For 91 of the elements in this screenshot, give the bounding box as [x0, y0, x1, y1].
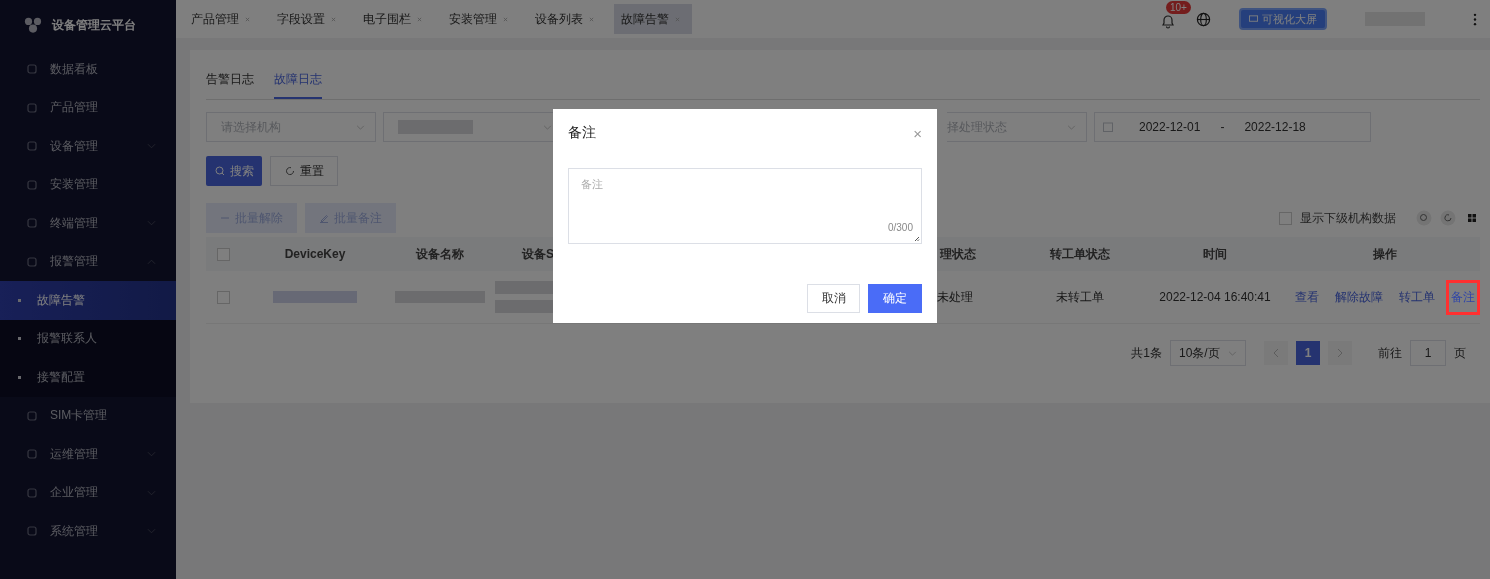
action-link[interactable]: 查看 [1290, 279, 1324, 315]
reset-button[interactable]: 重置 [270, 156, 338, 186]
chevron-icon [543, 124, 552, 130]
resize-grip-icon[interactable] [914, 236, 920, 242]
dialog-title: 备注 [568, 124, 596, 142]
menu-icon [26, 409, 38, 422]
close-icon[interactable] [245, 16, 250, 22]
chevron-left-icon [1273, 348, 1279, 358]
table-cell-text: 未转工单 [1055, 288, 1105, 306]
column-header: DeviceKey [283, 247, 347, 261]
close-icon[interactable] [503, 16, 508, 22]
sidebar-item[interactable]: 安装管理 [0, 165, 176, 204]
page-input[interactable]: 1 [1410, 340, 1446, 366]
total-count: 共1条 [1131, 344, 1162, 362]
bell-icon[interactable] [1160, 13, 1176, 29]
monitor-icon [1249, 15, 1258, 23]
globe-icon[interactable] [1196, 11, 1211, 27]
close-icon[interactable] [417, 16, 422, 22]
prev-page-button[interactable] [1264, 341, 1288, 365]
sidebar-item[interactable]: 运维管理 [0, 435, 176, 474]
sidebar-item[interactable]: 数据看板 [0, 50, 176, 89]
log-tab[interactable]: 告警日志 [206, 71, 254, 99]
action-link[interactable]: 解除故障 [1330, 279, 1388, 315]
checkbox[interactable] [216, 290, 230, 304]
page-tab[interactable]: 设备列表 [528, 4, 606, 34]
column-header: 转工单状态 [1049, 245, 1111, 263]
page-tab[interactable]: 产品管理 [184, 4, 262, 34]
menu-icon [26, 217, 38, 230]
checkbox-label: 显示下级机构数据 [1300, 209, 1396, 227]
page-tab[interactable]: 故障告警 [614, 4, 692, 34]
close-icon[interactable] [675, 16, 680, 22]
sidebar-item[interactable]: 产品管理 [0, 88, 176, 127]
table-cell-text: 2022-12-04 16:40:41 [1158, 290, 1272, 304]
note-textarea[interactable]: 备注 0/300 [568, 168, 922, 244]
app-title: 设备管理云平台 [52, 16, 136, 34]
dashboard-button[interactable]: 可视化大屏 [1239, 8, 1327, 30]
search-icon[interactable] [1416, 210, 1432, 226]
redacted-block [495, 281, 553, 294]
sidebar-subitem[interactable]: 故障告警 [0, 281, 176, 320]
refresh-icon [284, 165, 295, 176]
chevron-right-icon [1337, 348, 1343, 358]
calendar-icon [1103, 122, 1113, 132]
close-icon[interactable] [589, 16, 594, 22]
page-tab[interactable]: 电子围栏 [356, 4, 434, 34]
page-tab[interactable]: 安装管理 [442, 4, 520, 34]
column-header: 时间 [1202, 245, 1228, 263]
sidebar-subitem[interactable]: 报警联系人 [0, 319, 176, 358]
notification-badge: 10+ [1166, 1, 1191, 14]
table-cell-text: 未处理 [937, 288, 974, 306]
sidebar-item[interactable]: 终端管理 [0, 204, 176, 243]
page-button[interactable]: 1 [1296, 341, 1320, 365]
menu-icon [26, 255, 38, 268]
close-button[interactable]: × [913, 124, 922, 142]
redacted-block [495, 300, 553, 313]
confirm-button[interactable]: 确定 [868, 284, 922, 313]
log-tab[interactable]: 故障日志 [274, 71, 322, 99]
edit-icon [319, 212, 329, 223]
sidebar-item[interactable]: 报警管理 [0, 242, 176, 281]
more-icon[interactable] [1473, 12, 1477, 26]
checkbox[interactable] [216, 247, 230, 261]
column-header: 操作 [1372, 245, 1398, 263]
menu-icon [26, 178, 38, 191]
menu-icon [26, 140, 38, 153]
page-tab[interactable]: 字段设置 [270, 4, 348, 34]
menu-icon [26, 448, 38, 461]
search-button[interactable]: 搜索 [206, 156, 262, 186]
logo-icon [24, 16, 42, 34]
column-header: 理状态 [938, 245, 977, 263]
menu-icon [26, 101, 38, 114]
sidebar-item[interactable]: SIM卡管理 [0, 396, 176, 435]
sidebar-subitem[interactable]: 接警配置 [0, 358, 176, 397]
column-header: 设备名称 [414, 245, 465, 263]
menu-icon [26, 486, 38, 499]
date-range-field[interactable]: 2022-12-01 - 2022-12-18 [1094, 112, 1371, 142]
page-size-select[interactable]: 10条/页 [1170, 340, 1246, 366]
close-icon[interactable] [331, 16, 336, 22]
menu-icon [26, 525, 38, 538]
refresh-icon[interactable] [1440, 210, 1456, 226]
search-icon [214, 165, 225, 176]
menu-icon [26, 63, 38, 76]
next-page-button[interactable] [1328, 341, 1352, 365]
sidebar-item[interactable]: 系统管理 [0, 512, 176, 551]
checkbox[interactable] [1279, 211, 1292, 225]
column-header: 设备S [520, 245, 553, 263]
cancel-button[interactable]: 取消 [807, 284, 860, 313]
sidebar-item[interactable]: 企业管理 [0, 473, 176, 512]
goto-label: 前往 [1378, 344, 1402, 362]
action-link[interactable]: 转工单 [1394, 279, 1440, 315]
sidebar-item[interactable]: 设备管理 [0, 127, 176, 166]
page-unit: 页 [1454, 344, 1466, 362]
action-link[interactable]: 备注 [1446, 279, 1480, 315]
